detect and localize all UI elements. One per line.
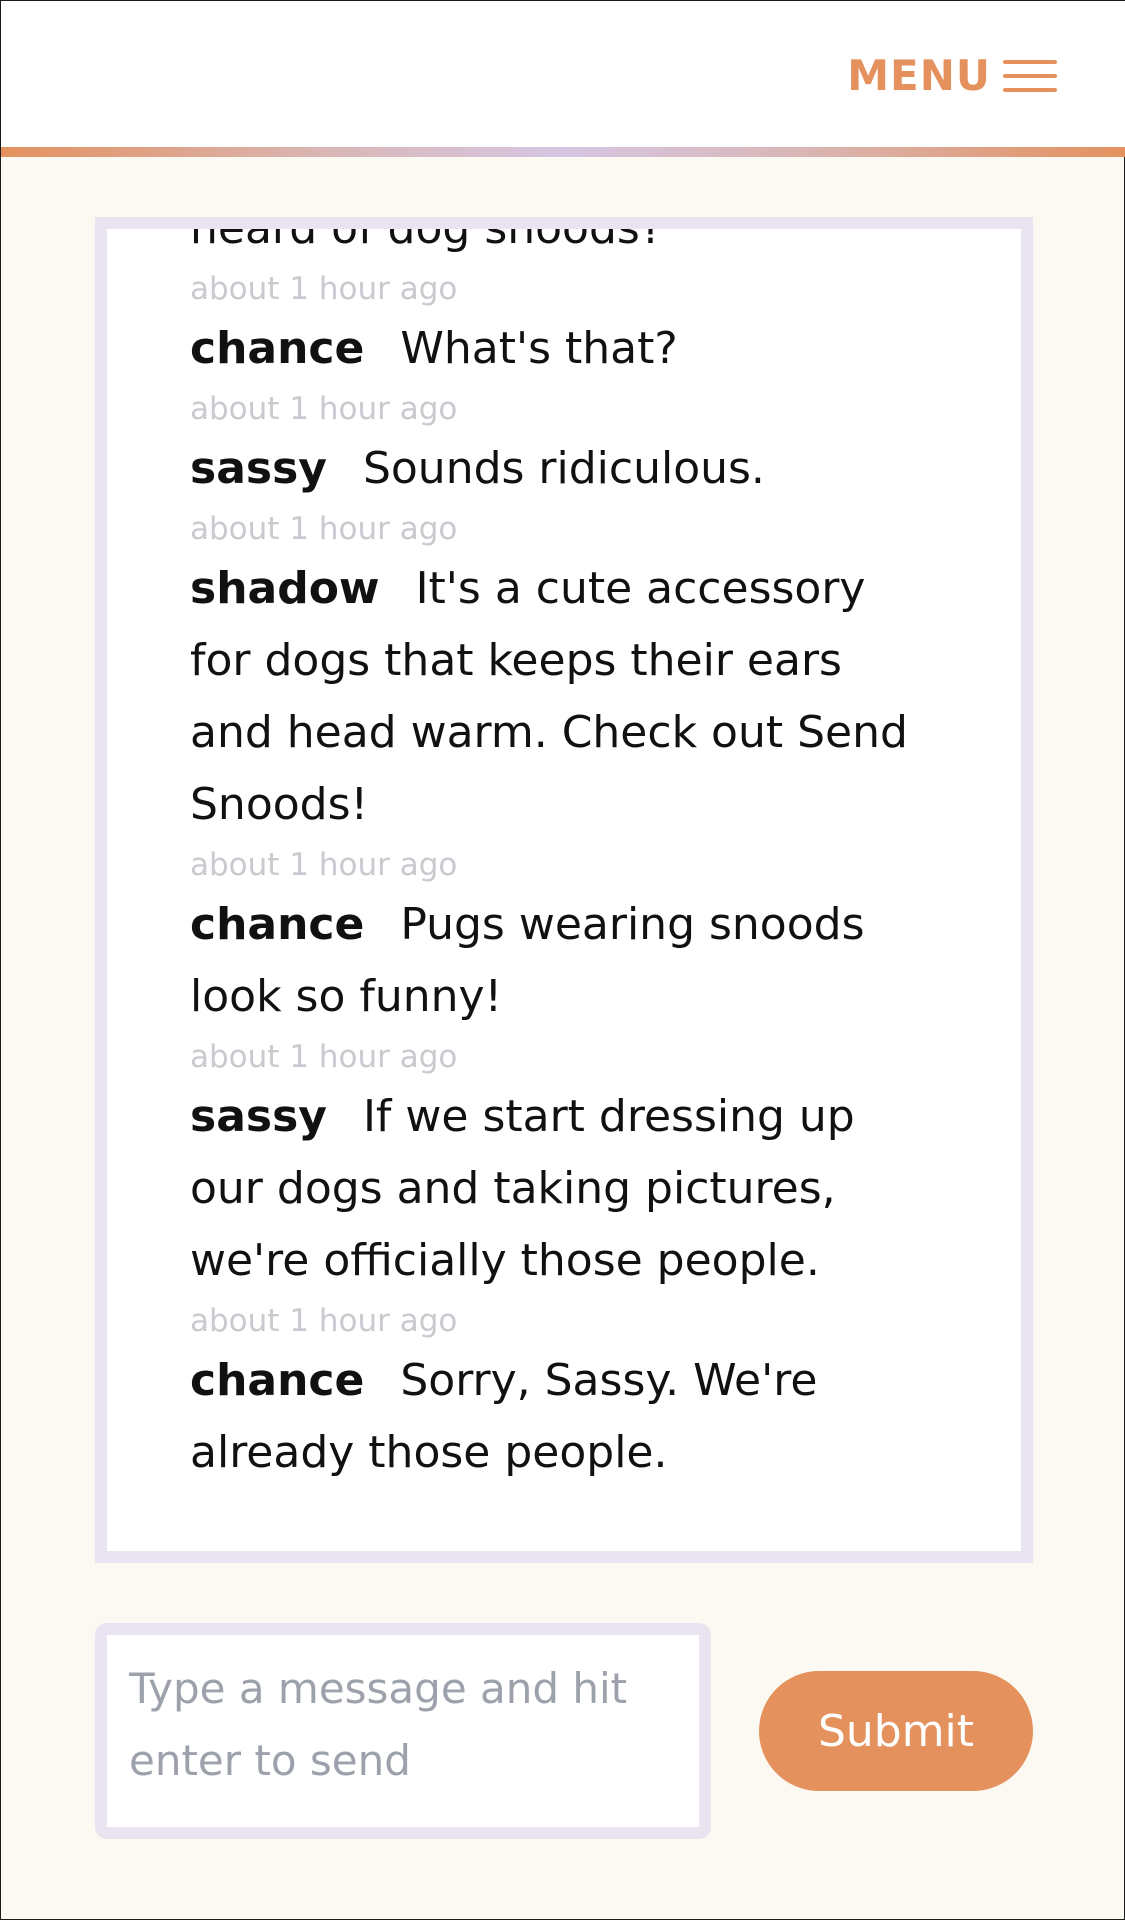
chat-message: sassy If we start dressing up our dogs an… bbox=[190, 1081, 930, 1345]
chat-message: chance Sorry, Sassy. We're already those … bbox=[190, 1345, 930, 1489]
message-username: sassy bbox=[190, 1091, 327, 1142]
message-username: chance bbox=[190, 323, 365, 374]
message-timestamp: about 1 hour ago bbox=[190, 511, 458, 547]
message-text: heard of dog snoods? bbox=[190, 217, 664, 254]
chat-message: shadow It's a cute accessory for dogs tha… bbox=[190, 553, 930, 889]
top-header: MENU bbox=[1, 1, 1125, 147]
message-username: shadow bbox=[190, 563, 380, 614]
message-input[interactable] bbox=[129, 1653, 677, 1809]
message-timestamp: about 1 hour ago bbox=[190, 847, 458, 883]
header-gradient-divider bbox=[1, 147, 1125, 157]
message-timestamp: about 1 hour ago bbox=[190, 271, 458, 307]
hamburger-menu-icon bbox=[1003, 58, 1057, 94]
message-timestamp: about 1 hour ago bbox=[190, 1039, 458, 1075]
message-text: Sounds ridiculous. bbox=[362, 443, 765, 494]
chat-message: sassy Sounds ridiculous. about 1 hour ago bbox=[190, 433, 930, 553]
chat-message: heard of dog snoods? about 1 hour ago bbox=[190, 217, 930, 313]
chat-message: chance Pugs wearing snoods look so funny!… bbox=[190, 889, 930, 1081]
submit-button[interactable]: Submit bbox=[759, 1671, 1033, 1791]
chat-message-list: heard of dog snoods? about 1 hour ago ch… bbox=[190, 217, 930, 1489]
chat-message-panel[interactable]: heard of dog snoods? about 1 hour ago ch… bbox=[95, 217, 1033, 1563]
message-input-container bbox=[95, 1623, 711, 1839]
message-username: chance bbox=[190, 899, 365, 950]
message-timestamp: about 1 hour ago bbox=[190, 1303, 458, 1339]
menu-button[interactable]: MENU bbox=[847, 51, 1057, 100]
message-username: chance bbox=[190, 1355, 365, 1406]
message-timestamp: about 1 hour ago bbox=[190, 391, 458, 427]
message-username: sassy bbox=[190, 443, 327, 494]
message-text: What's that? bbox=[400, 323, 678, 374]
chat-message: chance What's that? about 1 hour ago bbox=[190, 313, 930, 433]
menu-label: MENU bbox=[847, 51, 991, 100]
